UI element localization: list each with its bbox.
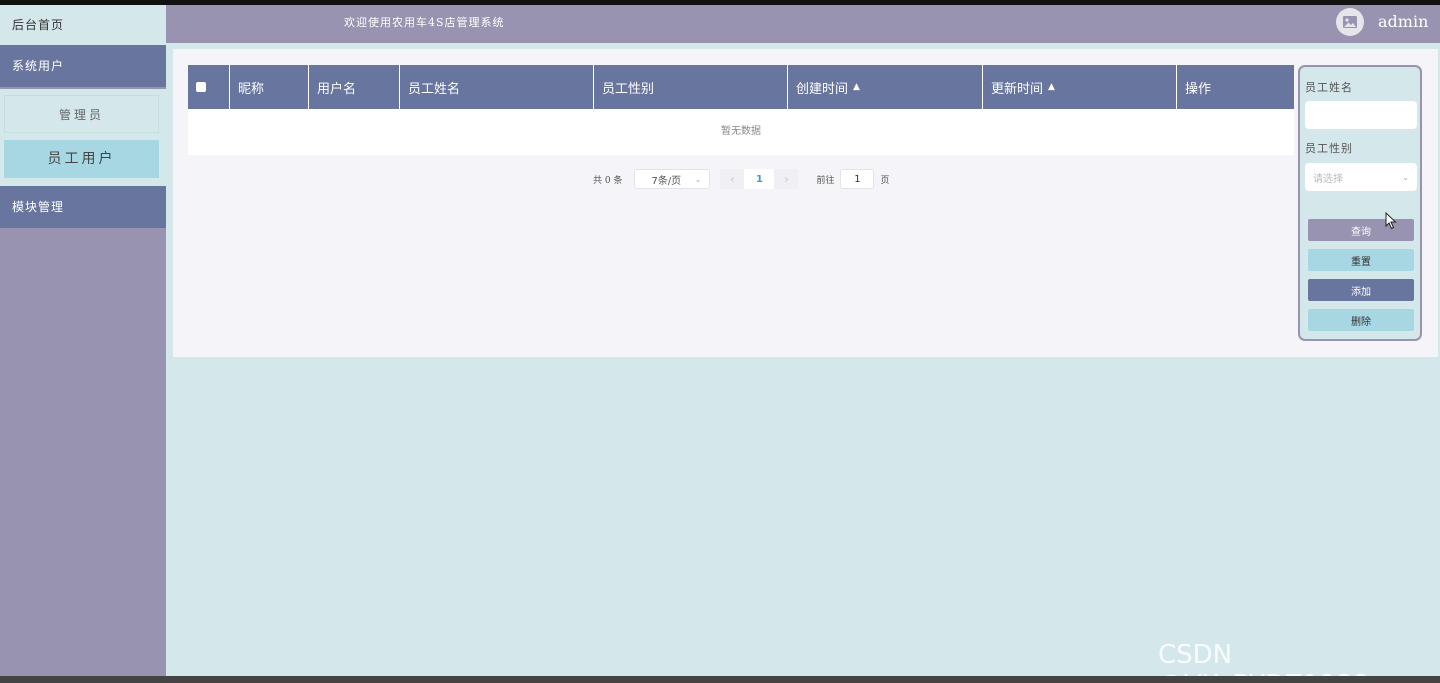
sort-caret-icon[interactable]: ▲︎ <box>1048 82 1055 92</box>
staff-gender-select[interactable]: 请选择 ⌄ <box>1305 163 1417 191</box>
prev-page-button[interactable]: ‹ <box>720 169 745 189</box>
sidebar-item-admins[interactable]: 管理员 <box>4 95 159 133</box>
goto-suffix: 页 <box>880 175 890 186</box>
select-all-checkbox[interactable] <box>196 82 206 92</box>
column-header-updated-time[interactable]: 更新时间 ▲︎ <box>983 65 1177 109</box>
window-bottom-edge <box>0 676 1440 683</box>
mouse-cursor-icon <box>1385 212 1397 230</box>
column-header-username: 用户名 <box>309 65 400 109</box>
sidebar-item-staff-users[interactable]: 员工用户 <box>4 140 159 178</box>
sidebar-item-home[interactable]: 后台首页 <box>0 5 166 45</box>
pagination: 共 0 条 7条/页 ⌄ ‹ 1 › 前往 1 页 <box>593 169 889 189</box>
page-size-select[interactable]: 7条/页 ⌄ <box>634 169 711 189</box>
query-button[interactable]: 查询 <box>1308 219 1414 241</box>
chevron-down-icon: ⌄ <box>694 174 702 184</box>
reset-button[interactable]: 重置 <box>1308 249 1414 271</box>
column-header-staff-name: 员工姓名 <box>400 65 594 109</box>
next-page-button[interactable]: › <box>774 169 799 189</box>
pagination-total: 共 0 条 <box>593 175 623 186</box>
sidebar: 后台首页 系统用户 管理员 员工用户 模块管理 <box>0 5 166 676</box>
table-header: 昵称 用户名 员工姓名 员工性别 创建时间 ▲︎ 更新时间 ▲︎ 操作 <box>188 65 1294 109</box>
column-header-actions: 操作 <box>1185 81 1212 97</box>
avatar[interactable] <box>1336 8 1364 36</box>
add-button[interactable]: 添加 <box>1308 279 1414 301</box>
chevron-down-icon: ⌄ <box>1402 172 1409 182</box>
goto-page-input[interactable]: 1 <box>840 169 875 189</box>
page-title: 欢迎使用农用车4S店管理系统 <box>344 16 505 29</box>
goto-label: 前往 <box>816 175 835 186</box>
staff-name-label: 员工姓名 <box>1305 81 1353 94</box>
staff-gender-label: 员工性别 <box>1305 142 1353 155</box>
search-panel: 员工姓名 员工性别 请选择 ⌄ 查询 重置 添加 删除 <box>1298 65 1422 341</box>
staff-table: 昵称 用户名 员工姓名 员工性别 创建时间 ▲︎ 更新时间 ▲︎ 操作 暂无数据 <box>188 65 1294 155</box>
sidebar-group-modules[interactable]: 模块管理 <box>0 186 166 228</box>
table-empty-state: 暂无数据 <box>188 109 1294 155</box>
chevron-right-icon: › <box>784 172 789 186</box>
delete-button[interactable]: 删除 <box>1308 309 1414 331</box>
page-number-current[interactable]: 1 <box>744 169 775 189</box>
top-header: 欢迎使用农用车4S店管理系统 admin <box>166 5 1440 43</box>
sidebar-submenu: 管理员 员工用户 <box>0 89 166 186</box>
select-all-cell <box>188 65 230 109</box>
column-header-staff-gender: 员工性别 <box>594 65 788 109</box>
sidebar-group-system-users[interactable]: 系统用户 <box>0 45 166 87</box>
column-header-created-time[interactable]: 创建时间 ▲︎ <box>788 65 983 109</box>
chevron-left-icon: ‹ <box>730 172 735 186</box>
image-icon <box>1343 16 1357 28</box>
username[interactable]: admin <box>1378 5 1428 39</box>
staff-name-input[interactable] <box>1305 101 1417 129</box>
main-content: 昵称 用户名 员工姓名 员工性别 创建时间 ▲︎ 更新时间 ▲︎ 操作 暂无数据… <box>173 49 1438 357</box>
column-header-nickname: 昵称 <box>230 65 309 109</box>
sort-caret-icon[interactable]: ▲︎ <box>853 82 860 92</box>
